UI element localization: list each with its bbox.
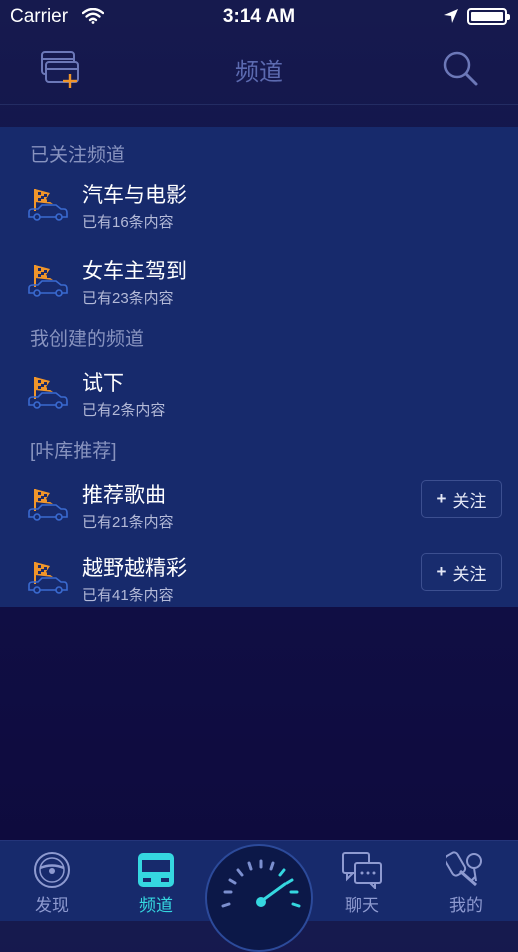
follow-button[interactable]: + 关注 [421,553,502,591]
follow-label: 关注 [452,491,487,511]
checkered-flag-car-icon [28,488,68,521]
tab-label: 聊天 [345,896,379,915]
tab-discover[interactable]: 发现 [0,841,104,921]
plus-icon: + [436,562,447,581]
tab-label: 发现 [35,896,69,915]
search-icon[interactable] [440,48,480,88]
channel-title: 女车主驾到 [82,260,187,283]
status-bar: Carrier 3:14 AM [0,0,518,34]
location-arrow-icon [444,9,458,23]
channel-title: 越野越精彩 [82,557,187,580]
channel-subtitle: 已有2条内容 [82,402,166,419]
tab-mine[interactable]: 我的 [414,841,518,921]
section-header-followed: 已关注频道 [30,145,126,166]
checkered-flag-car-icon [28,188,68,221]
channel-subtitle: 已有41条内容 [82,587,174,604]
checkered-flag-car-icon [28,561,68,594]
channel-row[interactable]: 试下 已有2条内容 [0,361,518,427]
chat-bubbles-icon [342,852,382,889]
channel-row[interactable]: 汽车与电影 已有16条内容 [0,173,518,239]
channel-title: 试下 [82,372,124,395]
follow-button[interactable]: + 关注 [421,480,502,518]
bus-icon [138,853,174,887]
tab-label: 频道 [139,896,173,915]
channel-title: 汽车与电影 [82,184,187,207]
section-header-recommended: [咔库推荐] [30,441,117,462]
status-time: 3:14 AM [222,6,296,27]
tab-chat[interactable]: 聊天 [310,841,414,921]
channel-row[interactable]: 推荐歌曲 已有21条内容 + 关注 [0,473,518,539]
car-keys-icon [446,851,482,887]
section-header-created: 我创建的频道 [30,329,145,350]
speedometer-icon [221,859,301,908]
tab-label: 我的 [449,896,483,915]
follow-label: 关注 [452,564,487,584]
checkered-flag-car-icon [28,376,68,409]
tab-channels[interactable]: 频道 [104,841,208,921]
battery-icon [467,8,510,25]
steering-wheel-icon [34,852,70,888]
nav-bar: 频道 [0,34,518,105]
plus-icon: + [436,489,447,508]
speedometer-button[interactable] [205,844,313,952]
channel-row[interactable]: 女车主驾到 已有23条内容 [0,249,518,315]
checkered-flag-car-icon [28,264,68,297]
channel-title: 推荐歌曲 [82,484,166,507]
channel-subtitle: 已有21条内容 [82,514,174,531]
channel-subtitle: 已有23条内容 [82,290,174,307]
channel-list: 已关注频道 汽车与电影 已有16条内容 女车主驾到 已有23条内容 我创建的频道… [0,127,518,607]
channel-subtitle: 已有16条内容 [82,214,174,231]
channel-row[interactable]: 越野越精彩 已有41条内容 + 关注 [0,546,518,612]
